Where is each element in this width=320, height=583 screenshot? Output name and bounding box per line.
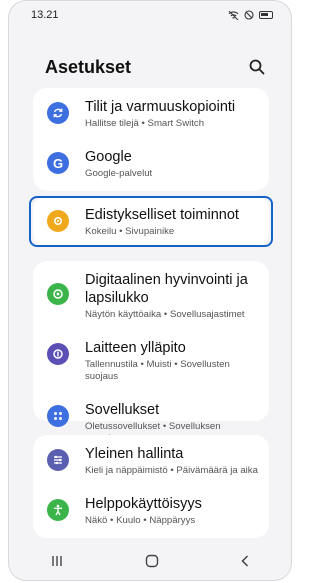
status-bar: 13.21: [9, 1, 291, 29]
wellbeing-card: Digitaalinen hyvinvointi ja lapsilukko N…: [33, 261, 269, 444]
settings-item-accessibility[interactable]: Helppokäyttöisyys Näkö • Kuulo • Näppäry…: [33, 485, 269, 535]
battery-icon: [259, 11, 273, 19]
settings-header: Asetukset: [9, 29, 291, 87]
accounts-card: Tilit ja varmuuskopiointi Hallitse tilej…: [33, 88, 269, 191]
sliders-icon: [47, 449, 69, 471]
item-subtitle: Google-palvelut: [85, 168, 153, 179]
item-subtitle: Näkö • Kuulo • Näppäryys: [85, 515, 196, 526]
general-card: Yleinen hallinta Kieli ja näppäimistö • …: [33, 435, 269, 538]
settings-item-google[interactable]: G Google Google-palvelut: [33, 138, 269, 188]
item-subtitle: Näytön käyttöaika • Sovellusajastimet: [85, 309, 245, 320]
item-subtitle: Kieli ja näppäimistö • Päivämäärä ja aik…: [85, 465, 258, 476]
google-icon: G: [47, 152, 69, 174]
recent-apps-icon[interactable]: [50, 555, 64, 567]
home-icon[interactable]: [145, 554, 159, 568]
phone-frame: 13.21 Asetukset Tilit ja varmuuskopioint…: [8, 0, 292, 581]
search-icon[interactable]: [249, 59, 265, 75]
item-label: Laitteen ylläpito: [85, 340, 186, 356]
wifi-off-icon: [228, 10, 239, 20]
status-time: 13.21: [31, 9, 59, 21]
settings-item-accounts[interactable]: Tilit ja varmuuskopiointi Hallitse tilej…: [33, 88, 269, 138]
do-not-disturb-icon: [244, 10, 254, 20]
navigation-bar: [9, 542, 291, 580]
selection-highlight: [29, 196, 273, 247]
settings-item-digital-wellbeing[interactable]: Digitaalinen hyvinvointi ja lapsilukko N…: [33, 261, 269, 329]
status-icons: [228, 10, 273, 20]
item-label: Helppokäyttöisyys: [85, 496, 202, 512]
device-care-icon: [47, 343, 69, 365]
apps-grid-icon: [47, 405, 69, 427]
sync-icon: [47, 102, 69, 124]
page-title: Asetukset: [45, 56, 132, 77]
settings-item-device-care[interactable]: Laitteen ylläpito Tallennustila • Muisti…: [33, 329, 269, 391]
item-subtitle: Hallitse tilejä • Smart Switch: [85, 118, 205, 129]
item-label: Tilit ja varmuuskopiointi: [85, 99, 236, 115]
accessibility-icon: [47, 499, 69, 521]
settings-item-general-management[interactable]: Yleinen hallinta Kieli ja näppäimistö • …: [33, 435, 269, 485]
wellbeing-icon: [47, 283, 69, 305]
item-label: Google: [85, 149, 132, 165]
item-subtitle: Tallennustila • Muisti • Sovellusten suo…: [85, 359, 230, 382]
item-label: Digitaalinen hyvinvointi ja lapsilukko: [85, 272, 248, 306]
item-label: Sovellukset: [85, 402, 160, 418]
back-icon[interactable]: [240, 554, 250, 568]
item-label: Yleinen hallinta: [85, 446, 184, 462]
